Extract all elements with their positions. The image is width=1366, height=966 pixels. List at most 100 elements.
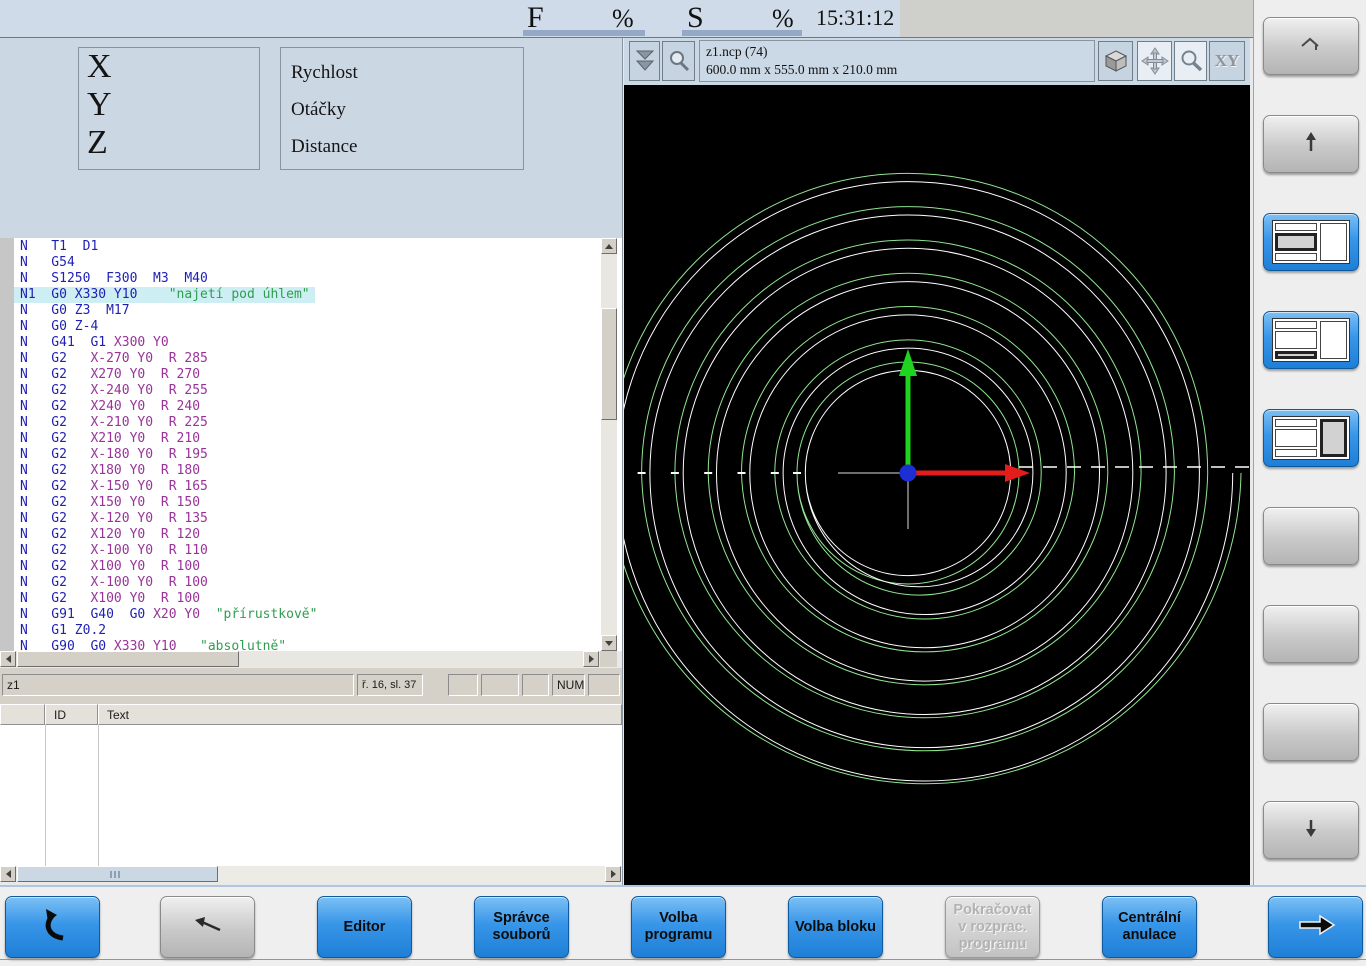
gcode-token-kw: N G2: [20, 351, 90, 366]
thumb-grip: [110, 871, 112, 878]
gcode-line[interactable]: N G2 X100 Y0 R 100: [14, 591, 205, 607]
gcode-line[interactable]: N G1 Z0.2: [14, 623, 111, 639]
softkey-step-up[interactable]: [1263, 115, 1359, 173]
gcode-line[interactable]: N G2 X-120 Y0 R 135: [14, 511, 213, 527]
editor-hscrollbar[interactable]: [0, 651, 600, 667]
gcode-line[interactable]: N S1250 F300 M3 M40: [14, 271, 213, 287]
gcode-line[interactable]: N G91 G40 G0 X20 Y0 "přírustkově": [14, 607, 322, 623]
scroll-left-button[interactable]: [0, 866, 16, 882]
override-panel: F % S % 15:31:12: [0, 0, 900, 38]
xy-plane-button[interactable]: XY: [1209, 41, 1245, 81]
gcode-line[interactable]: N G2 X-240 Y0 R 255: [14, 383, 213, 399]
gcode-editor[interactable]: N T1 D1N G54N S1250 F300 M3 M40N1 G0 X33…: [0, 238, 622, 651]
scrollbar-corner: [600, 651, 617, 667]
gcode-line[interactable]: N G2 X-100 Y0 R 100: [14, 575, 213, 591]
softkey-blank-3[interactable]: [1263, 703, 1359, 761]
bottom-softkey-bar: Editor Správce souborů Volba programu Volba…: [0, 885, 1366, 966]
softkey-file-manager[interactable]: Správce souborů: [474, 896, 569, 958]
gcode-line[interactable]: N G2 X180 Y0 R 180: [14, 463, 205, 479]
status-cell-empty-1: [448, 674, 478, 696]
pan-view-button[interactable]: [1137, 41, 1172, 81]
gcode-line[interactable]: N G0 Z3 M17: [14, 303, 135, 319]
screen-layout-icon: [1272, 220, 1350, 264]
softkey-editor[interactable]: Editor: [317, 896, 412, 958]
program-name-cell: z1: [2, 674, 354, 696]
gcode-line[interactable]: N G2 X210 Y0 R 210: [14, 431, 205, 447]
gcode-line[interactable]: N G54: [14, 255, 80, 271]
gcode-line-highlighted[interactable]: N1 G0 X330 Y10 "najetí pod úhlem": [14, 287, 315, 303]
zoom-window-button[interactable]: [662, 41, 695, 81]
gcode-token-val: X300 Y0: [114, 335, 169, 350]
editor-vscrollbar[interactable]: [601, 238, 617, 651]
gcode-line[interactable]: N G2 X270 Y0 R 270: [14, 367, 205, 383]
gcode-token-kw: N G90 G0: [20, 639, 114, 651]
gcode-line[interactable]: N G2 X-180 Y0 R 195: [14, 447, 213, 463]
left-arrow-icon: [6, 870, 11, 878]
right-arrow-icon: [611, 870, 616, 878]
scroll-right-button[interactable]: [583, 651, 599, 667]
softkey-previous[interactable]: [160, 896, 255, 958]
gcode-line[interactable]: N G0 Z-4: [14, 319, 103, 335]
toolpath-canvas[interactable]: [624, 85, 1250, 885]
softkey-central-reset[interactable]: Centrální anulace: [1102, 896, 1197, 958]
softkey-layout-graphics[interactable]: [1263, 409, 1359, 467]
message-table[interactable]: ID Text: [0, 704, 622, 866]
softkey-block-select[interactable]: Volba bloku: [788, 896, 883, 958]
scroll-up-button[interactable]: [601, 238, 617, 254]
softkey-blank-2[interactable]: [1263, 605, 1359, 663]
layout-pane-left-bottom: [1275, 449, 1317, 457]
softkey-layout-editor[interactable]: [1263, 213, 1359, 271]
scroll-right-button[interactable]: [605, 866, 621, 882]
hscroll-thumb[interactable]: [17, 866, 218, 882]
gcode-token-kw: N1 G0 X330 Y10: [20, 287, 169, 302]
gcode-line[interactable]: N G2 X-100 Y0 R 110: [14, 543, 213, 559]
softkey-program-select[interactable]: Volba programu: [631, 896, 726, 958]
softkey-back[interactable]: [5, 896, 100, 958]
softkey-label: Pokračovat v rozprac. programu: [953, 902, 1031, 953]
gcode-line[interactable]: N G41 G1 X300 Y0: [14, 335, 174, 351]
arrow-up-icon: [1303, 131, 1319, 158]
table-hscrollbar[interactable]: [0, 866, 622, 882]
layout-pane-left-top: [1275, 321, 1317, 329]
softkey-blank-1[interactable]: [1263, 507, 1359, 565]
up-arrow-icon: [605, 244, 613, 249]
vscroll-thumb[interactable]: [601, 308, 617, 420]
double-down-arrow-icon: [635, 50, 655, 72]
hscroll-thumb[interactable]: [17, 651, 239, 667]
collapse-panel-button[interactable]: [629, 41, 660, 81]
gcode-line[interactable]: N G2 X-150 Y0 R 165: [14, 479, 213, 495]
gcode-line[interactable]: N G2 X-210 Y0 R 225: [14, 415, 213, 431]
gcode-line[interactable]: N G2 X-270 Y0 R 285: [14, 351, 213, 367]
cursor-position-cell: ř. 16, sl. 37: [357, 674, 423, 696]
view-3d-button[interactable]: [1098, 41, 1133, 81]
gcode-line[interactable]: N G2 X240 Y0 R 240: [14, 399, 205, 415]
softkey-next[interactable]: [1268, 896, 1363, 958]
layout-pane-left-top: [1275, 223, 1317, 231]
zoom-view-button[interactable]: [1174, 41, 1207, 81]
gcode-token-kw: N S1250 F300 M3 M40: [20, 271, 208, 286]
gcode-token-kw: N G2: [20, 431, 90, 446]
gcode-line[interactable]: N G90 G0 X330 Y10 "absolutně": [14, 639, 291, 651]
gcode-token-kw: [177, 639, 200, 651]
scroll-left-button[interactable]: [0, 651, 16, 667]
xy-plane-icon: XY: [1215, 51, 1240, 71]
layout-pane-left-top: [1275, 419, 1317, 427]
gcode-line[interactable]: N G2 X120 Y0 R 120: [14, 527, 205, 543]
softkey-layout-log[interactable]: [1263, 311, 1359, 369]
gcode-token-val: X240 Y0 R 240: [90, 399, 200, 414]
table-header-blank[interactable]: [0, 704, 45, 725]
softkey-jump-top[interactable]: [1263, 17, 1359, 75]
gcode-line[interactable]: N G2 X150 Y0 R 150: [14, 495, 205, 511]
workpiece-dimensions: 600.0 mm x 555.0 mm x 210.0 mm: [706, 61, 1088, 79]
left-arrow-icon: [6, 655, 11, 663]
gcode-line[interactable]: N T1 D1: [14, 239, 103, 255]
gcode-token-val: X-180 Y0 R 195: [90, 447, 207, 462]
axis-z-label: Z: [79, 124, 259, 162]
gcode-line[interactable]: N G2 X100 Y0 R 100: [14, 559, 205, 575]
table-header-text[interactable]: Text: [98, 704, 622, 725]
scroll-down-button[interactable]: [601, 635, 617, 651]
gcode-token-val: X120 Y0 R 120: [90, 527, 200, 542]
table-header-id[interactable]: ID: [45, 704, 98, 725]
editor-status-bar: z1 ř. 16, sl. 37 NUM: [0, 668, 622, 704]
softkey-step-down[interactable]: [1263, 801, 1359, 859]
